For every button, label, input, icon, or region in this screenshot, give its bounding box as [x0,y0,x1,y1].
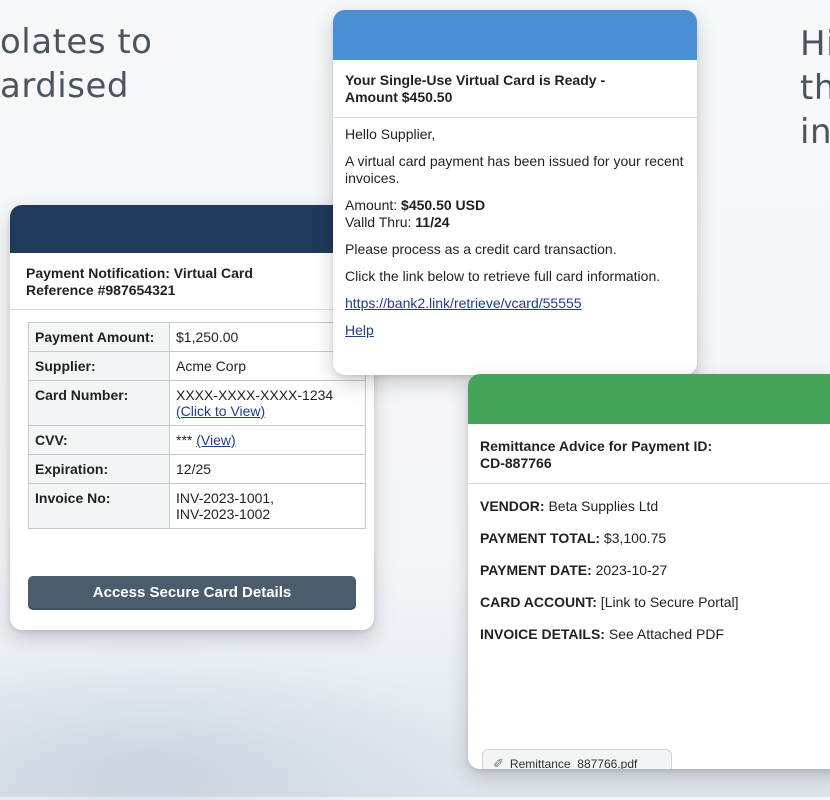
greeting-text: Hello Supplier, [345,126,436,142]
cvv-value: *** [176,432,193,448]
card-header-bar [333,10,697,60]
instruction-text: Please process as a credit card transact… [345,241,617,257]
help-link[interactable]: Help [345,322,374,338]
payment-details-table: Payment Amount: $1,250.00 Supplier: Acme… [28,322,366,529]
row-label: Payment Amount: [28,322,170,352]
card-title: Your Single-Use Virtual Card is Ready - … [333,60,697,118]
card-number-value: XXXX-XXXX-XXXX-1234 [176,387,334,403]
row-label: Supplier: [28,351,170,381]
table-row: Card Number: XXXX-XXXX-XXXX-1234 (Click … [28,380,366,426]
amount-block: Amount: $450.50 USD Valld Thru: 11/24 [345,197,685,231]
paperclip-icon: ✐ [493,756,504,769]
row-label: Card Number: [28,380,170,426]
row-value: XXXX-XXXX-XXXX-1234 (Click to View) [169,380,366,426]
background-text-right: Hi th in [800,24,830,152]
remittance-field: PAYMENT TOTAL: $3,100.75 [480,530,667,546]
row-value: INV-2023-1001, INV-2023-1002 [169,483,366,529]
row-label: CVV: [28,425,170,455]
attachment-chip[interactable]: ✐ Remittance_887766.pdf [482,749,672,769]
table-row: Expiration: 12/25 [28,454,366,484]
invoice-number-1: INV-2023-1001, [176,490,275,506]
table-row: Payment Amount: $1,250.00 [28,322,366,352]
background-glow [0,640,500,800]
card-header-bar [468,374,830,424]
row-label: Invoice No: [28,483,170,529]
retrieve-card-link[interactable]: https://bank2.link/retrieve/vcard/55555 [345,295,582,311]
access-secure-card-details-button[interactable]: Access Secure Card Details [28,576,356,610]
card-title: Payment Notification: Virtual Card Refer… [10,253,374,310]
valid-thru-value: 11/24 [415,214,450,230]
background-text-left: olates to ardised [0,22,153,106]
row-value: 12/25 [169,454,366,484]
link-prompt-text: Click the link below to retrieve full ca… [345,268,661,284]
intro-text: A virtual card payment has been issued f… [345,153,684,186]
remittance-field: PAYMENT DATE: 2023-10-27 [480,562,668,578]
remittance-fields: VENDOR: Beta Supplies Ltd PAYMENT TOTAL:… [468,484,830,650]
attachment-filename: Remittance_887766.pdf [509,757,638,769]
view-cvv-link[interactable]: (View) [196,432,235,448]
remittance-field: CARD ACCOUNT: [Link to Secure Portal] [480,594,739,610]
virtual-card-email-card: Your Single-Use Virtual Card is Ready - … [333,10,697,375]
payment-notification-card: Payment Notification: Virtual Card Refer… [10,205,374,630]
card-title: Remittance Advice for Payment ID: CD-887… [468,424,830,484]
secure-portal-link[interactable]: [Link to Secure Portal] [597,594,739,610]
row-label: Expiration: [28,454,170,484]
remittance-field: INVOICE DETAILS: See Attached PDF [480,626,725,642]
card-header-bar [10,205,374,253]
amount-value: $450.50 USD [401,197,486,213]
remittance-field: VENDOR: Beta Supplies Ltd [480,498,659,514]
table-row: CVV: *** (View) [28,425,366,455]
email-body: Hello Supplier, A virtual card payment h… [333,118,697,357]
row-value: *** (View) [169,425,366,455]
amount-label: Amount: [345,197,402,213]
valid-thru-label: Valld Thru: [345,214,416,230]
remittance-advice-card: Remittance Advice for Payment ID: CD-887… [468,374,830,769]
table-row: Invoice No: INV-2023-1001, INV-2023-1002 [28,483,366,529]
click-to-view-link[interactable]: (Click to View) [176,403,265,419]
table-row: Supplier: Acme Corp [28,351,366,381]
invoice-number-2: INV-2023-1002 [176,506,271,522]
